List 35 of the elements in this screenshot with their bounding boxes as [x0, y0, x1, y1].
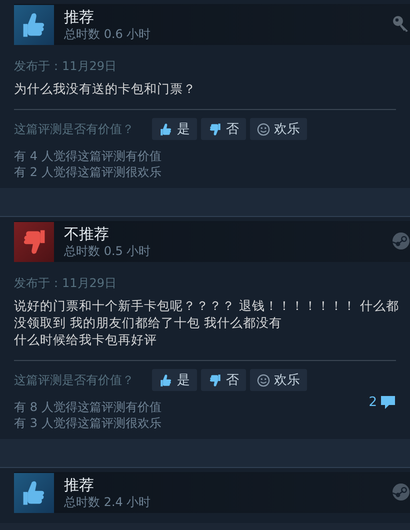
key-icon — [392, 15, 410, 33]
review-verdict: 推荐 — [64, 476, 95, 494]
comment-count[interactable]: 2 — [368, 395, 396, 410]
playtime: 总时数 0.5 小时 — [64, 242, 151, 258]
funny-button[interactable]: 欢乐 — [250, 369, 307, 391]
thumbs-up-icon — [159, 372, 173, 388]
helpful-question: 这篇评测是否有价值？ — [14, 120, 134, 138]
review-text-line: 说好的门票和十个新手卡包呢？？？？ 退钱！！！！！！！ 什么都 — [14, 297, 396, 314]
no-button[interactable]: 否 — [201, 118, 246, 140]
review-verdict: 推荐 — [64, 8, 95, 26]
vote-count: 有 2 人觉得这篇评测很欢乐 — [14, 164, 162, 180]
steam-logo-icon — [392, 483, 410, 501]
review-text-line: 没领取到 我的朋友们都给了十包 我什么都没有 — [14, 314, 283, 331]
thumbs-down-icon — [208, 372, 222, 388]
review-text-line: 为什么我没有送的卡包和门票？ — [14, 80, 197, 97]
vote-count: 有 3 人觉得这篇评测很欢乐 — [14, 415, 162, 431]
smiley-icon — [257, 374, 270, 386]
no-button[interactable]: 否 — [201, 369, 246, 391]
thumbs-down-icon — [208, 122, 222, 136]
playtime: 总时数 0.6 小时 — [64, 26, 151, 42]
post-date: 发布于：11月29日 — [14, 276, 118, 291]
steam-logo-icon — [392, 232, 410, 250]
yes-button[interactable]: 是 — [152, 369, 197, 391]
playtime: 总时数 2.4 小时 — [64, 494, 151, 510]
speech-bubble-icon — [380, 395, 396, 410]
review-text-line: 什么时候给我卡包再好评 — [14, 331, 158, 348]
thumbs-up-icon — [159, 122, 173, 136]
smiley-icon — [257, 122, 270, 136]
review-verdict: 不推荐 — [64, 224, 110, 242]
post-date: 发布于：11月29日 — [14, 59, 118, 74]
vote-count: 有 8 人觉得这篇评测有价值 — [14, 399, 162, 415]
funny-button[interactable]: 欢乐 — [250, 118, 307, 140]
helpful-question: 这篇评测是否有价值？ — [14, 372, 134, 388]
yes-button[interactable]: 是 — [152, 118, 197, 140]
vote-count: 有 4 人觉得这篇评测有价值 — [14, 148, 162, 164]
